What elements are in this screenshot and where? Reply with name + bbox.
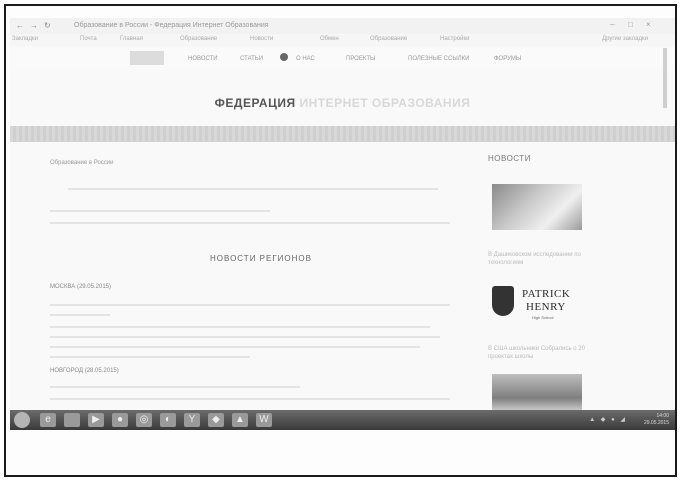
- crest-icon: [492, 286, 514, 316]
- bookmark-item[interactable]: Другие закладки: [602, 36, 648, 42]
- header-subtitle: ИНТЕРНЕТ ОБРАЗОВАНИЯ: [299, 96, 471, 110]
- text-line: [50, 210, 270, 212]
- bookmark-item[interactable]: Образование: [180, 36, 217, 42]
- app-icon[interactable]: ▲: [232, 413, 248, 427]
- nav-separator: [280, 53, 288, 61]
- nav-item-about[interactable]: О нас: [296, 56, 315, 62]
- word-icon[interactable]: W: [256, 413, 272, 427]
- nav-item-forums[interactable]: Форумы: [494, 56, 521, 62]
- screen: ← → ↻ Образование в России - Федерация И…: [10, 18, 675, 430]
- news-date-title[interactable]: МОСКВА (29.05.2015): [50, 284, 111, 290]
- news-date-title[interactable]: НОВГОРОД (28.05.2015): [50, 368, 119, 374]
- text-line: [50, 314, 110, 316]
- ie-icon[interactable]: e: [40, 413, 56, 427]
- text-line: [50, 346, 420, 348]
- text-line: [68, 188, 438, 190]
- text-line: [50, 222, 450, 224]
- logo-text: High School: [532, 315, 554, 320]
- maximize-button[interactable]: □: [628, 20, 633, 29]
- folder-icon[interactable]: [64, 413, 80, 427]
- section-heading: НОВОСТИ РЕГИОНОВ: [210, 254, 312, 263]
- nav-item-news[interactable]: Новости: [188, 56, 218, 62]
- bookmark-item[interactable]: Почта: [80, 36, 97, 42]
- clock-time: 14:00: [656, 413, 669, 419]
- home-button[interactable]: [130, 51, 164, 65]
- clock-date: 29.05.2015: [643, 420, 669, 426]
- reload-button[interactable]: ↻: [44, 21, 51, 30]
- clock[interactable]: 14:00 29.05.2015: [644, 413, 669, 427]
- bookmark-item[interactable]: Главная: [120, 36, 143, 42]
- browser-titlebar: ← → ↻ Образование в России - Федерация И…: [10, 18, 675, 34]
- app-icon[interactable]: ◐: [160, 413, 176, 427]
- tab-title[interactable]: Образование в России - Федерация Интерне…: [74, 22, 269, 29]
- site-header: ФЕДЕРАЦИЯ ИНТЕРНЕТ ОБРАЗОВАНИЯ: [10, 96, 675, 110]
- bookmark-item[interactable]: Обмен: [320, 36, 339, 42]
- minimize-button[interactable]: –: [610, 20, 614, 29]
- header-title: ФЕДЕРАЦИЯ: [214, 96, 296, 110]
- bookmark-item[interactable]: Новости: [250, 36, 273, 42]
- news-caption[interactable]: В Дашиковском исследовании по технология…: [488, 252, 596, 268]
- text-line: [50, 386, 300, 388]
- sidebar-title: НОВОСТИ: [488, 154, 531, 163]
- chrome-icon[interactable]: ●: [112, 413, 128, 427]
- news-image[interactable]: [492, 184, 582, 230]
- text-line: [50, 336, 440, 338]
- app-icon[interactable]: ◆: [208, 413, 224, 427]
- news-image[interactable]: [492, 374, 582, 414]
- back-button[interactable]: ←: [16, 21, 24, 30]
- header-band: [10, 126, 675, 142]
- bookmark-item[interactable]: Образование: [370, 36, 407, 42]
- media-icon[interactable]: ▶: [88, 413, 104, 427]
- app-icon[interactable]: ◎: [136, 413, 152, 427]
- nav-item-projects[interactable]: Проекты: [346, 56, 375, 62]
- close-button[interactable]: ×: [646, 20, 651, 29]
- logo-text: HENRY: [526, 301, 566, 313]
- site-nav: Новости Статьи О нас Проекты Полезные сс…: [10, 48, 675, 70]
- breadcrumb[interactable]: Образование в России: [50, 160, 114, 166]
- bookmark-item[interactable]: Закладки: [12, 36, 38, 42]
- nav-item-links[interactable]: Полезные ссылки: [408, 56, 469, 62]
- bookmark-item[interactable]: Настройки: [440, 36, 469, 42]
- yandex-icon[interactable]: Y: [184, 413, 200, 427]
- tray-icons[interactable]: ▲ ◆ ● ◢: [589, 416, 627, 423]
- logo-text: PATRICK: [522, 288, 571, 300]
- bookmarks-bar: Закладки Почта Главная Образование Новос…: [10, 34, 675, 46]
- start-button[interactable]: [14, 412, 30, 428]
- text-line: [50, 398, 450, 400]
- text-line: [50, 326, 430, 328]
- news-caption[interactable]: В США школьники Собрались о 20 проектах …: [488, 346, 596, 362]
- school-logo[interactable]: PATRICK HENRY High School: [492, 284, 596, 324]
- text-line: [50, 356, 250, 358]
- text-line: [50, 304, 450, 306]
- forward-button[interactable]: →: [30, 21, 38, 30]
- taskbar: e ▶ ● ◎ ◐ Y ◆ ▲ W ▲ ◆ ● ◢ 14:00 29.05.20…: [10, 410, 675, 430]
- nav-item-articles[interactable]: Статьи: [240, 56, 263, 62]
